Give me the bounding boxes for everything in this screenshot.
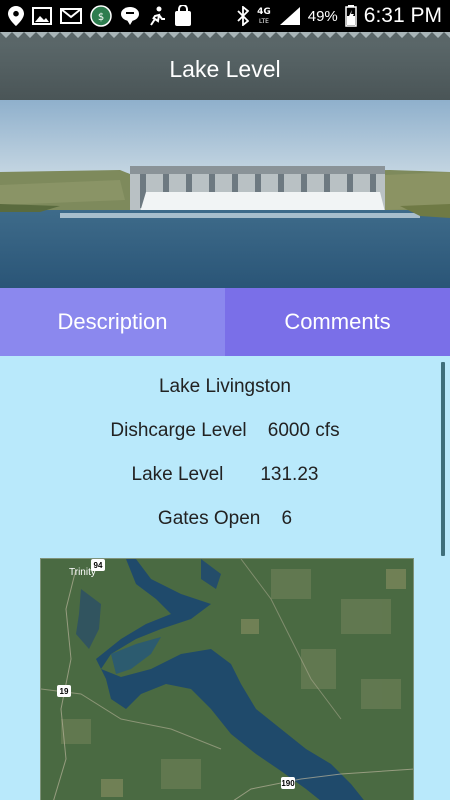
highway-shield-190: 190 <box>281 777 295 789</box>
gallery-icon <box>32 7 52 25</box>
app-header: Lake Level <box>0 32 450 100</box>
svg-text:$: $ <box>98 12 104 23</box>
lake-level-label: Lake Level <box>131 464 224 485</box>
discharge-label: Dishcarge Level <box>110 420 247 441</box>
lake-level-value: 131.23 <box>260 464 319 485</box>
satellite-map[interactable]: Trinity 94 19 190 <box>40 558 414 800</box>
status-bar: $ 4G LTE 49% 6:31 PM <box>0 0 450 32</box>
svg-text:LTE: LTE <box>259 18 269 25</box>
discharge-value: 6000 cfs <box>267 420 340 441</box>
lake-name: Lake Livingston <box>158 376 292 397</box>
highway-shield-19: 19 <box>57 685 71 697</box>
app-notification-icon: $ <box>90 5 112 27</box>
page-title: Lake Level <box>169 56 281 82</box>
tab-comments[interactable]: Comments <box>225 288 450 356</box>
network-4g-lte-icon: 4G LTE <box>256 5 272 27</box>
header-zigzag-border <box>0 32 450 42</box>
bag-notification-icon <box>174 5 192 27</box>
bluetooth-icon <box>237 6 249 26</box>
description-panel: Lake Livingston Dishcarge Level 6000 cfs… <box>0 356 450 800</box>
dam-photo <box>0 100 450 288</box>
gates-row: Gates Open 6 <box>0 508 450 530</box>
runner-icon <box>148 6 166 26</box>
highway-shield-94: 94 <box>91 559 105 571</box>
location-pin-icon <box>8 6 24 26</box>
gmail-icon <box>60 8 82 24</box>
battery-percent: 49% <box>307 7 338 25</box>
scrollbar-thumb[interactable] <box>441 362 445 556</box>
tab-bar: Description Comments <box>0 288 450 356</box>
satellite-map-image <box>41 559 413 800</box>
discharge-row: Dishcarge Level 6000 cfs <box>0 420 450 442</box>
battery-icon <box>345 5 357 27</box>
chat-bubble-icon <box>120 6 140 26</box>
svg-text:4G: 4G <box>257 7 271 17</box>
signal-strength-icon <box>279 6 301 26</box>
tab-description[interactable]: Description <box>0 288 225 356</box>
lake-level-row: Lake Level 131.23 <box>0 464 450 486</box>
gates-value: 6 <box>281 508 293 529</box>
clock: 6:31 PM <box>363 4 442 27</box>
gates-label: Gates Open <box>157 508 261 529</box>
